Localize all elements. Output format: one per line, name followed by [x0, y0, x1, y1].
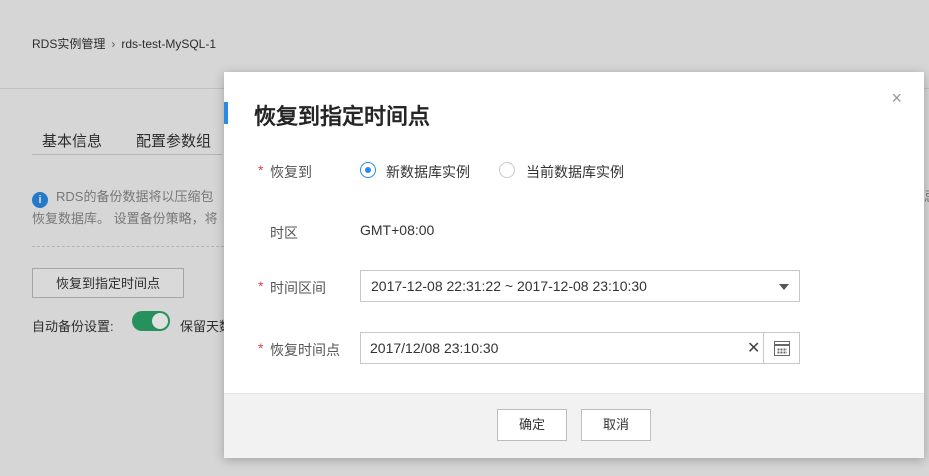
confirm-button[interactable]: 确定: [497, 409, 567, 441]
radio-current-instance-label[interactable]: 当前数据库实例: [526, 162, 624, 182]
time-range-label: * 时间区间: [258, 278, 326, 296]
time-range-select[interactable]: 2017-12-08 22:31:22 ~ 2017-12-08 23:10:3…: [360, 270, 800, 302]
restore-point-input[interactable]: 2017/12/08 23:10:30 ✕: [360, 332, 800, 364]
radio-new-instance-label[interactable]: 新数据库实例: [386, 162, 470, 182]
title-accent-bar: [224, 102, 228, 124]
restore-dialog: 恢复到指定时间点 × * 恢复到 新数据库实例 当前数据库实例 时区 GMT+08…: [224, 72, 924, 458]
restore-to-label: * 恢复到: [258, 162, 312, 180]
restore-point-value: 2017/12/08 23:10:30: [370, 340, 499, 356]
chevron-down-icon: [779, 284, 789, 290]
dialog-title: 恢复到指定时间点: [254, 104, 431, 129]
radio-new-instance[interactable]: [360, 162, 376, 178]
required-mark: *: [258, 278, 264, 294]
close-icon[interactable]: ×: [891, 88, 902, 109]
calendar-button[interactable]: [763, 333, 799, 363]
time-range-value: 2017-12-08 22:31:22 ~ 2017-12-08 23:10:3…: [371, 278, 647, 294]
dialog-footer: 确定 取消: [224, 393, 924, 458]
required-mark: *: [258, 162, 264, 178]
timezone-label: 时区: [270, 225, 298, 241]
radio-current-instance[interactable]: [499, 162, 515, 178]
required-mark: *: [258, 340, 264, 356]
clear-icon[interactable]: ✕: [747, 338, 760, 358]
cancel-button[interactable]: 取消: [581, 409, 651, 441]
timezone-value: GMT+08:00: [360, 222, 435, 238]
restore-point-label: * 恢复时间点: [258, 340, 340, 358]
calendar-icon: [773, 340, 790, 356]
